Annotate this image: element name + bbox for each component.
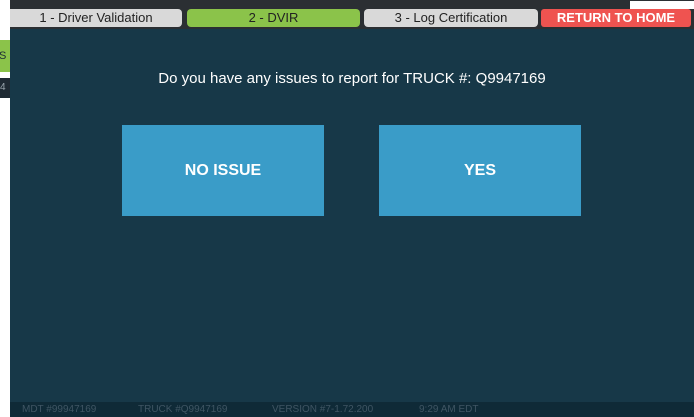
no-issue-button[interactable]: NO ISSUE bbox=[122, 125, 324, 216]
step-log-certification[interactable]: 3 - Log Certification bbox=[364, 9, 538, 27]
topbar-edge bbox=[630, 1, 694, 9]
version-number: VERSION #7-1.72.200 bbox=[272, 404, 374, 415]
step-bar: 1 - Driver Validation 2 - DVIR 3 - Log C… bbox=[10, 1, 694, 29]
clock-time: 9:29 AM EDT bbox=[419, 404, 479, 415]
issue-question: Do you have any issues to report for TRU… bbox=[158, 70, 546, 87]
mdt-number: MDT #99947169 bbox=[22, 404, 97, 415]
truck-number: TRUCK #Q9947169 bbox=[138, 404, 228, 415]
sidebar-tab-label: 4 bbox=[0, 82, 6, 93]
left-sidebar-strip: S 4 bbox=[0, 0, 10, 417]
step-dvir[interactable]: 2 - DVIR bbox=[187, 9, 360, 27]
sidebar-tab[interactable]: 4 bbox=[0, 78, 10, 98]
status-footer: MDT #99947169 TRUCK #Q9947169 VERSION #7… bbox=[10, 402, 694, 417]
step-driver-validation[interactable]: 1 - Driver Validation bbox=[10, 9, 182, 27]
yes-button[interactable]: YES bbox=[379, 125, 581, 216]
screen: S 4 1 - Driver Validation 2 - DVIR 3 - L… bbox=[0, 0, 694, 417]
dvir-panel: 1 - Driver Validation 2 - DVIR 3 - Log C… bbox=[10, 0, 694, 417]
return-to-home-button[interactable]: RETURN TO HOME bbox=[541, 9, 691, 27]
sidebar-tab-label: S bbox=[0, 50, 7, 62]
sidebar-tab-active[interactable]: S bbox=[0, 40, 10, 72]
